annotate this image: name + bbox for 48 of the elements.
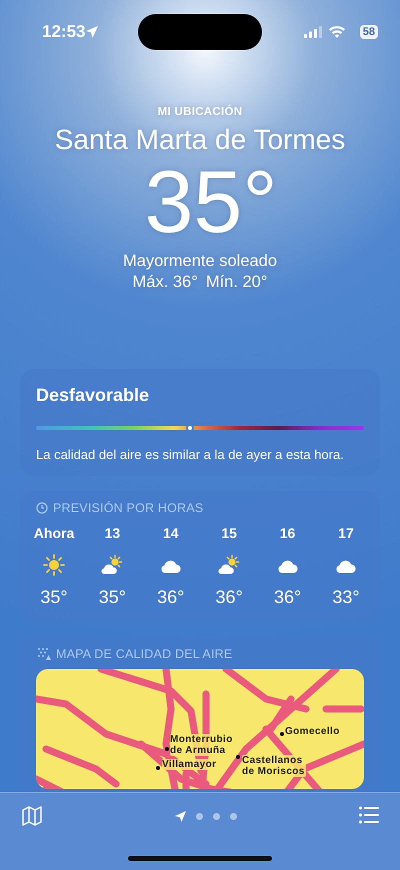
hour-temperature: 36° bbox=[157, 587, 184, 608]
battery-level: 58 bbox=[360, 25, 378, 39]
hour-temperature: 33° bbox=[332, 587, 360, 608]
place-name: Gomecello bbox=[285, 726, 340, 737]
air-quality-category: Desfavorable bbox=[36, 385, 150, 406]
city-name: Santa Marta de Tormes bbox=[54, 124, 346, 156]
place-marker-icon bbox=[165, 747, 169, 751]
high-temperature: Máx. 36° bbox=[132, 273, 198, 292]
clock-time: 12:53 bbox=[42, 22, 86, 42]
page-dot[interactable] bbox=[230, 813, 236, 820]
hour-label: 16 bbox=[280, 525, 296, 541]
wifi-icon bbox=[328, 26, 345, 38]
place-marker-icon bbox=[280, 732, 284, 736]
low-temperature: Mín. 20° bbox=[206, 273, 268, 292]
current-temperature: 35° bbox=[144, 158, 278, 246]
clock-icon bbox=[36, 502, 48, 514]
weather-condition: Mayormente soleado bbox=[122, 252, 278, 271]
sun-behind-cloud-icon bbox=[100, 553, 124, 577]
location-arrow-icon bbox=[85, 25, 100, 39]
list-icon bbox=[359, 806, 379, 824]
map-icon bbox=[22, 806, 42, 826]
page-dot[interactable] bbox=[196, 813, 202, 820]
hour-label: 14 bbox=[162, 525, 179, 541]
sun-behind-cloud-icon bbox=[217, 553, 242, 577]
location-arrow-icon[interactable] bbox=[174, 811, 186, 822]
air-quality-map-icon bbox=[36, 646, 51, 661]
hour-label: Ahora bbox=[34, 525, 74, 541]
hour-label: 13 bbox=[104, 525, 120, 541]
hour-label: 17 bbox=[338, 525, 354, 541]
place-name: Villamayor bbox=[162, 759, 216, 770]
air-quality-description: La calidad del aire es similar a la de ayer a esta hora. bbox=[36, 447, 345, 462]
page-dot[interactable] bbox=[212, 813, 220, 820]
signal-icon bbox=[304, 26, 322, 38]
sun-icon bbox=[42, 553, 66, 577]
section-title: MAPA DE CALIDAD DEL AIRE bbox=[56, 646, 232, 660]
hour-temperature: 35° bbox=[98, 587, 126, 608]
hour-label: 15 bbox=[221, 525, 237, 541]
place-name: Monterrubio de Armuña bbox=[170, 734, 234, 756]
hour-temperature: 36° bbox=[216, 587, 243, 608]
map-button[interactable] bbox=[22, 806, 42, 826]
location-label: MI UBICACIÓN bbox=[158, 106, 242, 118]
hour-temperature: 35° bbox=[40, 587, 68, 608]
place-marker-icon bbox=[236, 755, 240, 759]
list-button[interactable] bbox=[359, 806, 379, 824]
place-marker-icon bbox=[156, 766, 160, 770]
section-title: PREVISIÓN POR HORAS bbox=[53, 501, 204, 515]
hour-temperature: 36° bbox=[274, 587, 302, 608]
place-name: Castellanos de Moriscos bbox=[242, 755, 306, 777]
